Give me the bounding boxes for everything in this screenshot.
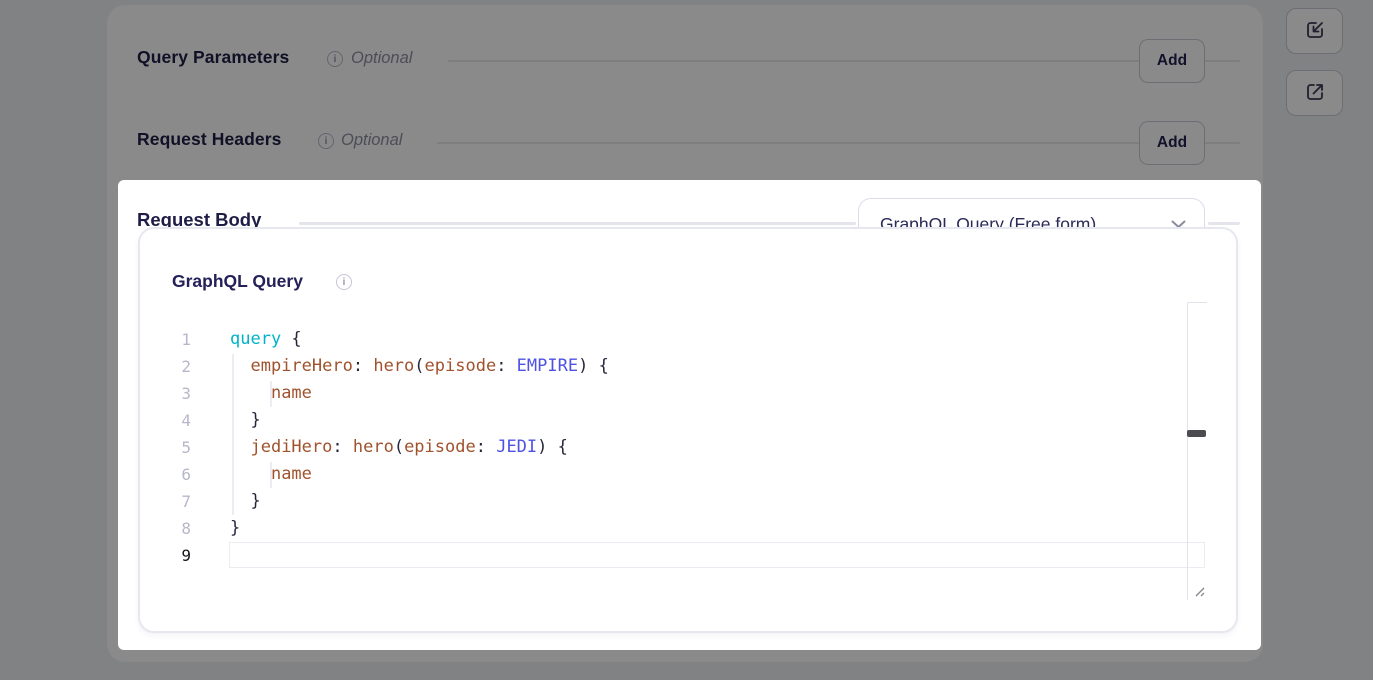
divider — [1208, 222, 1240, 225]
open-external-icon — [1304, 81, 1326, 106]
editor-scrollbar-thumb[interactable] — [1187, 430, 1206, 437]
line-number: 6 — [155, 461, 191, 488]
graphql-query-label: GraphQL Query — [172, 271, 303, 292]
code-line: empireHero: hero(episode: EMPIRE) { — [230, 353, 609, 380]
line-number: 8 — [155, 515, 191, 542]
open-external-button[interactable] — [1286, 70, 1343, 116]
code-line: } — [230, 488, 609, 515]
code-line: name — [230, 461, 609, 488]
query-parameters-label: Query Parameters — [137, 47, 289, 68]
divider — [299, 222, 856, 225]
line-number: 5 — [155, 434, 191, 461]
query-parameters-optional-badge: Optional — [351, 49, 412, 68]
textarea-resize-handle[interactable] — [1191, 583, 1207, 604]
code-line: name — [230, 380, 609, 407]
request-headers-label: Request Headers — [137, 129, 281, 150]
line-number: 4 — [155, 407, 191, 434]
editor-scrollbar-track — [1187, 302, 1188, 600]
app-canvas: Query Parameters i Optional Add Request … — [0, 0, 1373, 680]
info-icon[interactable]: i — [336, 274, 352, 290]
info-icon[interactable]: i — [318, 133, 334, 149]
editor-code-lines[interactable]: query { empireHero: hero(episode: EMPIRE… — [230, 326, 609, 569]
info-icon[interactable]: i — [327, 51, 343, 67]
editor-scrollbar-track — [1187, 302, 1207, 303]
code-line — [230, 542, 609, 569]
add-query-parameter-button[interactable]: Add — [1139, 39, 1205, 83]
editor-gutter: 123456789 — [155, 326, 191, 569]
code-line: jediHero: hero(episode: JEDI) { — [230, 434, 609, 461]
add-request-header-button[interactable]: Add — [1139, 121, 1205, 165]
line-number: 9 — [155, 542, 191, 569]
line-number: 3 — [155, 380, 191, 407]
code-line: } — [230, 515, 609, 542]
line-number: 2 — [155, 353, 191, 380]
inline-edit-button[interactable] — [1286, 8, 1343, 54]
line-number: 1 — [155, 326, 191, 353]
divider — [448, 60, 1240, 62]
divider — [437, 142, 1240, 144]
request-headers-optional-badge: Optional — [341, 131, 402, 150]
code-line: } — [230, 407, 609, 434]
code-line: query { — [230, 326, 609, 353]
inline-edit-icon — [1304, 19, 1326, 44]
line-number: 7 — [155, 488, 191, 515]
